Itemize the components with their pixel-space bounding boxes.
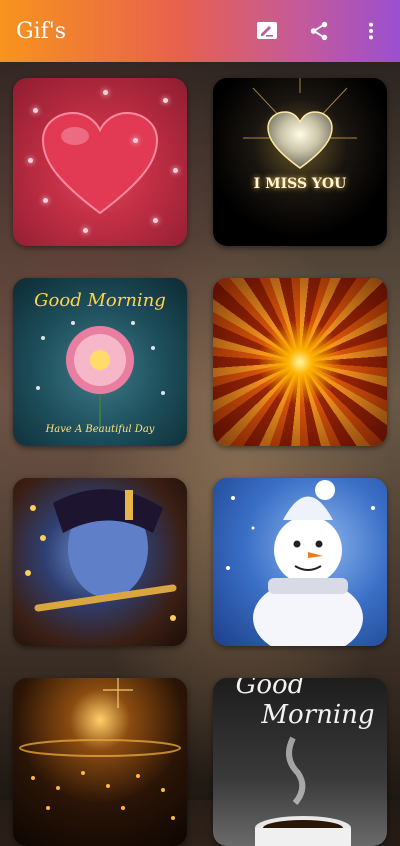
app-bar: Gif's [0, 0, 400, 62]
gif-tile-sunburst[interactable] [213, 278, 387, 446]
snowman-icon [226, 480, 375, 646]
share-icon[interactable] [306, 18, 332, 44]
gif-tile-good-morning-flower[interactable]: Good Morning Have A Beautiful Day [13, 278, 187, 446]
app-bar-actions [254, 18, 384, 44]
coffee-cup-icon [255, 736, 351, 846]
gif-tile-snowman[interactable] [213, 478, 387, 646]
heart-icon [41, 111, 159, 215]
krishna-icon [25, 489, 177, 621]
gif-tile-krishna-flute[interactable] [13, 478, 187, 646]
tile-caption: I MISS YOU [253, 176, 347, 192]
golden-heart-icon [243, 78, 357, 169]
tile-subcaption: Have A Beautiful Day [45, 424, 155, 435]
gif-tile-good-morning-coffee[interactable]: Good Morning [213, 678, 387, 846]
gif-tile-heart[interactable] [13, 78, 187, 246]
sparkle-icon [19, 678, 181, 820]
app-title: Gif's [16, 18, 67, 44]
more-vert-icon[interactable] [358, 18, 384, 44]
edit-icon[interactable] [254, 18, 280, 44]
flower-icon [36, 321, 165, 428]
gif-tile-i-miss-you[interactable]: I MISS YOU [213, 78, 387, 246]
gif-tile-golden-sparkle[interactable] [13, 678, 187, 846]
